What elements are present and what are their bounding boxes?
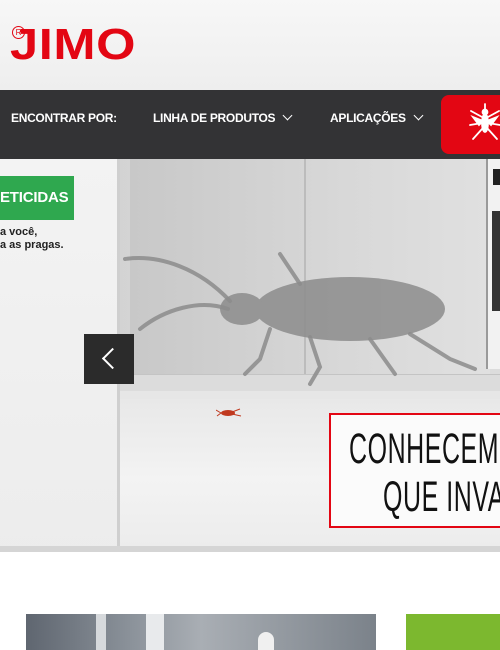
- appliance-display: [493, 169, 500, 185]
- card-image-detail: [146, 614, 164, 650]
- mosquito-icon: [469, 103, 500, 140]
- hero-claim-line2: QUE INVA: [383, 473, 500, 521]
- nav-applications[interactable]: APLICAÇÕES: [330, 90, 424, 159]
- nav-product-lines[interactable]: LINHA DE PRODUTOS: [153, 90, 293, 159]
- cockroach-shadow-image: [123, 252, 477, 386]
- chevron-down-icon: [413, 110, 424, 121]
- promo-badge: ETICIDAS: [0, 176, 74, 220]
- nav-product-lines-label: LINHA DE PRODUTOS: [153, 111, 276, 125]
- promo-text-line1: a você,: [0, 226, 38, 238]
- carousel-prev-button[interactable]: [84, 334, 134, 384]
- insect-menu-button[interactable]: [441, 95, 500, 154]
- feature-card-image[interactable]: [26, 614, 376, 650]
- main-nav: ENCONTRAR POR: LINHA DE PRODUTOS APLICAÇ…: [0, 90, 500, 159]
- promo-badge-text: ETICIDAS: [0, 189, 69, 206]
- cockroach-image: [216, 408, 242, 417]
- hero-claim-line1: CONHECEMO: [349, 425, 500, 473]
- site-header: JIMO R: [0, 0, 500, 90]
- card-image-detail: [258, 632, 274, 650]
- jimo-logo[interactable]: JIMO R: [10, 22, 180, 68]
- hero-claim-box: CONHECEMO QUE INVA: [329, 413, 500, 528]
- logo-wordmark: JIMO: [10, 20, 137, 69]
- feature-card-green[interactable]: [406, 614, 500, 650]
- promo-text-line2: a as pragas.: [0, 239, 64, 251]
- nav-applications-label: APLICAÇÕES: [330, 111, 406, 125]
- appliance-panel: [492, 211, 500, 311]
- nav-find-by-label: ENCONTRAR POR:: [11, 111, 117, 125]
- chevron-down-icon: [282, 110, 293, 121]
- registered-mark-icon: R: [12, 26, 25, 39]
- hero-bottom-edge: [0, 546, 500, 552]
- card-image-detail: [96, 614, 106, 650]
